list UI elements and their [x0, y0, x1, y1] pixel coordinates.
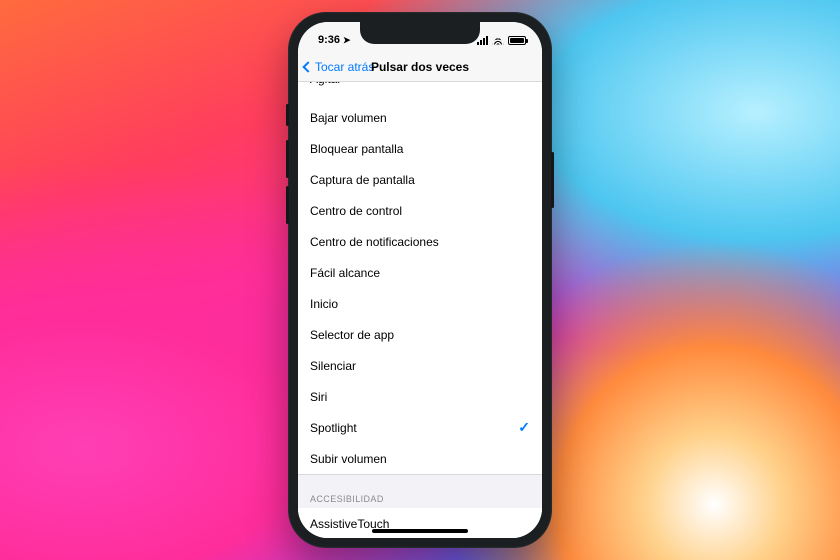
volume-down-hw: [286, 186, 289, 224]
notch: [360, 22, 480, 44]
side-button-hw: [551, 152, 554, 208]
option-captura-de-pantalla[interactable]: Captura de pantalla: [298, 164, 542, 195]
volume-up-hw: [286, 140, 289, 178]
back-button[interactable]: Tocar atrás: [304, 60, 374, 74]
checkmark-icon: ✓: [518, 419, 530, 436]
option-spotlight[interactable]: Spotlight ✓: [298, 412, 542, 443]
option-label: Inicio: [310, 297, 338, 311]
option-label: Siri: [310, 390, 327, 404]
option-label: Agitar: [310, 82, 341, 86]
section-header-accesibilidad: ACCESIBILIDAD: [298, 474, 542, 508]
option-label: Bloquear pantalla: [310, 142, 403, 156]
home-indicator[interactable]: [372, 529, 468, 533]
wifi-icon: [492, 36, 504, 45]
option-label: Fácil alcance: [310, 266, 380, 280]
location-icon: ➤: [343, 35, 351, 46]
option-label: Bajar volumen: [310, 111, 387, 125]
phone-frame: 9:36 ➤ Tocar atrás Pulsar dos veces: [288, 12, 552, 548]
mute-switch: [286, 104, 289, 126]
chevron-left-icon: [302, 61, 313, 72]
option-label: Selector de app: [310, 328, 394, 342]
option-facil-alcance[interactable]: Fácil alcance: [298, 257, 542, 288]
option-label: Silenciar: [310, 359, 356, 373]
option-agitar[interactable]: Agitar: [298, 82, 542, 102]
status-time: 9:36: [318, 34, 340, 46]
option-assistivetouch[interactable]: AssistiveTouch: [298, 508, 542, 538]
option-centro-de-notificaciones[interactable]: Centro de notificaciones: [298, 226, 542, 257]
option-label: Centro de control: [310, 204, 402, 218]
option-label: Spotlight: [310, 421, 357, 435]
settings-list[interactable]: Agitar Bajar volumen Bloquear pantalla C…: [298, 82, 542, 538]
battery-icon: [508, 36, 526, 45]
option-label: Subir volumen: [310, 452, 387, 466]
option-subir-volumen[interactable]: Subir volumen: [298, 443, 542, 474]
option-selector-de-app[interactable]: Selector de app: [298, 319, 542, 350]
desktop-wallpaper: 9:36 ➤ Tocar atrás Pulsar dos veces: [0, 0, 840, 560]
option-silenciar[interactable]: Silenciar: [298, 350, 542, 381]
option-siri[interactable]: Siri: [298, 381, 542, 412]
option-label: Captura de pantalla: [310, 173, 415, 187]
navigation-bar: Tocar atrás Pulsar dos veces: [298, 52, 542, 82]
option-bloquear-pantalla[interactable]: Bloquear pantalla: [298, 133, 542, 164]
option-centro-de-control[interactable]: Centro de control: [298, 195, 542, 226]
back-label: Tocar atrás: [315, 60, 374, 74]
cellular-signal-icon: [477, 36, 488, 45]
option-bajar-volumen[interactable]: Bajar volumen: [298, 102, 542, 133]
option-inicio[interactable]: Inicio: [298, 288, 542, 319]
page-title: Pulsar dos veces: [371, 60, 469, 74]
phone-screen: 9:36 ➤ Tocar atrás Pulsar dos veces: [298, 22, 542, 538]
option-label: Centro de notificaciones: [310, 235, 439, 249]
